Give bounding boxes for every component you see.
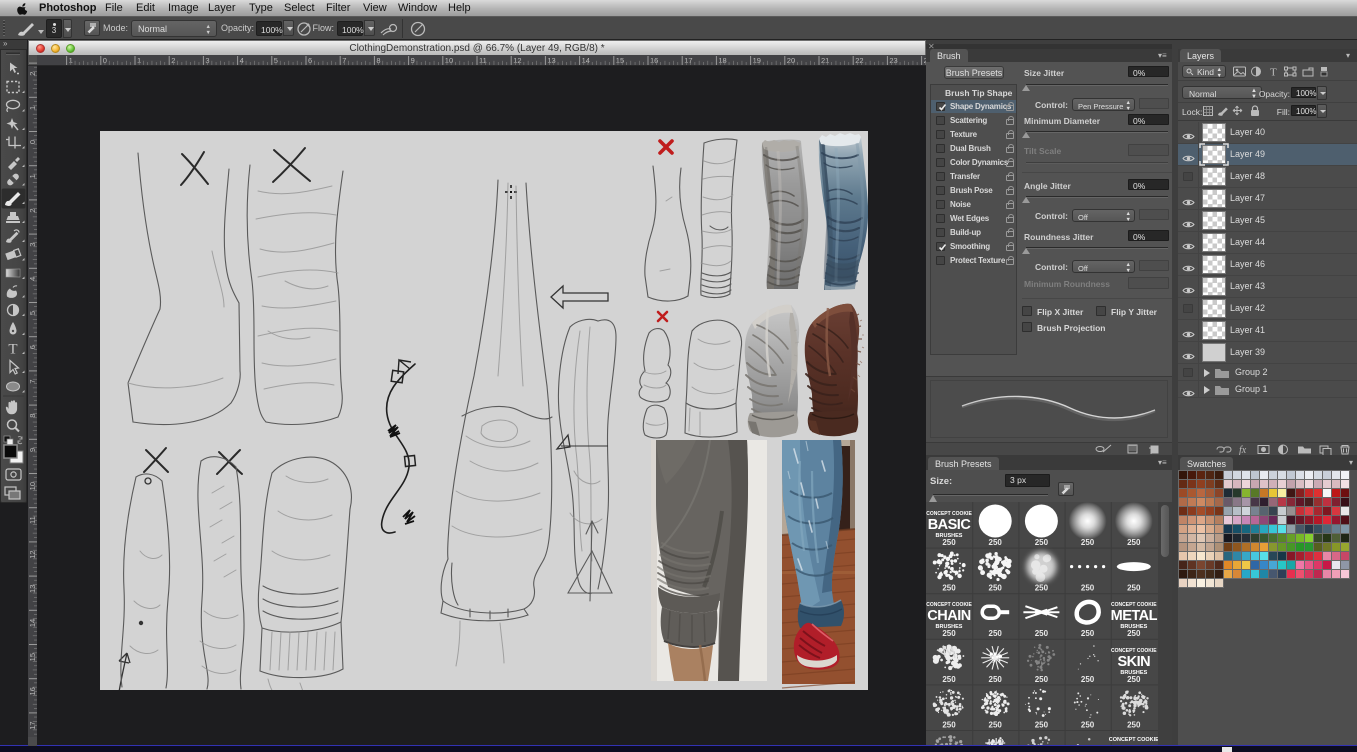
svg-text:SKIN: SKIN: [1117, 654, 1150, 670]
svg-text:5: 5: [28, 311, 37, 315]
svg-text:19: 19: [753, 56, 761, 65]
svg-text:METAL: METAL: [1111, 608, 1158, 624]
svg-text:250: 250: [942, 675, 956, 684]
svg-text:250: 250: [989, 675, 1003, 684]
svg-text:250: 250: [1127, 720, 1141, 729]
svg-text:16: 16: [650, 56, 658, 65]
svg-text:CHAIN: CHAIN: [927, 608, 970, 624]
svg-text:250: 250: [1035, 584, 1049, 593]
svg-text:15: 15: [616, 56, 624, 65]
svg-text:4: 4: [28, 277, 37, 281]
svg-text:6: 6: [28, 345, 37, 349]
svg-text:250: 250: [942, 720, 956, 729]
svg-text:8: 8: [28, 414, 37, 418]
svg-text:BASIC: BASIC: [928, 517, 972, 533]
svg-text:21: 21: [821, 56, 829, 65]
svg-text:250: 250: [1081, 720, 1095, 729]
svg-text:250: 250: [1035, 720, 1049, 729]
svg-text:250: 250: [1035, 538, 1049, 547]
svg-text:250: 250: [1035, 629, 1049, 638]
svg-text:14: 14: [582, 56, 590, 65]
svg-text:9: 9: [28, 448, 37, 452]
svg-text:2: 2: [28, 208, 37, 212]
svg-text:250: 250: [1127, 584, 1141, 593]
svg-text:12: 12: [513, 56, 521, 65]
svg-text:250: 250: [1127, 675, 1141, 684]
svg-text:10: 10: [445, 56, 453, 65]
svg-text:22: 22: [855, 56, 863, 65]
svg-text:T: T: [1270, 67, 1277, 78]
svg-text:2: 2: [28, 72, 37, 76]
svg-text:250: 250: [1081, 675, 1095, 684]
svg-text:250: 250: [1127, 629, 1141, 638]
svg-text:250: 250: [942, 629, 956, 638]
svg-text:250: 250: [1127, 538, 1141, 547]
svg-text:250: 250: [989, 538, 1003, 547]
svg-text:250: 250: [942, 584, 956, 593]
svg-text:250: 250: [1035, 675, 1049, 684]
svg-text:250: 250: [1081, 538, 1095, 547]
svg-text:fx: fx: [1239, 445, 1247, 455]
svg-text:T: T: [8, 342, 17, 358]
svg-text:1: 1: [28, 106, 37, 110]
svg-text:7: 7: [28, 379, 37, 383]
svg-text:1: 1: [28, 174, 37, 178]
svg-text:0: 0: [28, 140, 37, 144]
svg-text:250: 250: [989, 584, 1003, 593]
svg-text:250: 250: [942, 538, 956, 547]
svg-text:250: 250: [989, 629, 1003, 638]
svg-text:CONCEPT COOKIE: CONCEPT COOKIE: [1109, 737, 1158, 743]
svg-text:13: 13: [547, 56, 555, 65]
svg-text:17: 17: [684, 56, 692, 65]
svg-text:250: 250: [989, 720, 1003, 729]
svg-text:20: 20: [787, 56, 795, 65]
svg-text:18: 18: [718, 56, 726, 65]
svg-text:3: 3: [28, 243, 37, 247]
svg-text:250: 250: [1081, 629, 1095, 638]
svg-text:23: 23: [889, 56, 897, 65]
svg-text:250: 250: [1081, 584, 1095, 593]
